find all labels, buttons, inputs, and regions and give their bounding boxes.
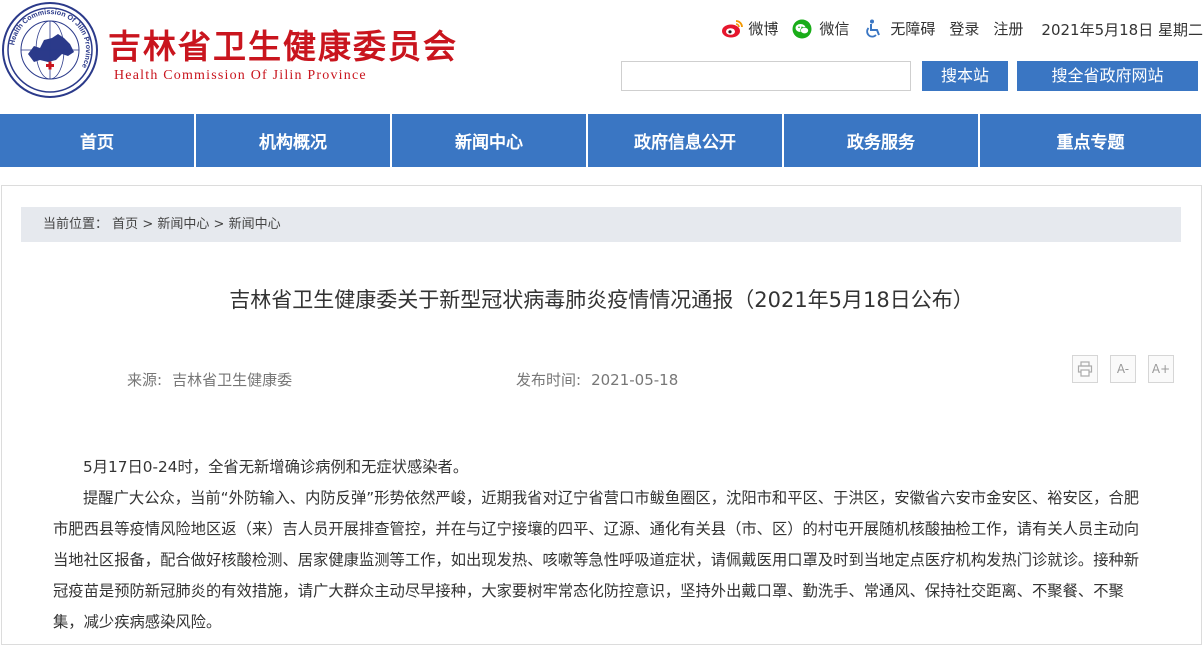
source-label: 来源: (127, 371, 163, 389)
weibo-icon (721, 19, 744, 39)
nav-item-about[interactable]: 机构概况 (196, 114, 390, 167)
top-utility-links: 微博 微信 无障碍 登录 注册 2021年5月18日 星期二 (721, 14, 1203, 44)
date-label: 发布时间: (516, 371, 582, 389)
print-button[interactable] (1072, 355, 1098, 383)
wechat-label: 微信 (819, 20, 850, 38)
breadcrumb-item-home[interactable]: 首页 (112, 217, 138, 232)
nav-item-news[interactable]: 新闻中心 (392, 114, 586, 167)
login-link[interactable]: 登录 (949, 19, 979, 39)
search-gov-sites-button[interactable]: 搜全省政府网站 (1017, 61, 1198, 91)
wechat-link[interactable]: 微信 (792, 19, 849, 39)
main-nav: 首页 机构概况 新闻中心 政府信息公开 政务服务 重点专题 (0, 114, 1203, 167)
date-value: 2021-05-18 (591, 371, 679, 389)
article-body: 5月17日0-24时，全省无新增确诊病例和无症状感染者。 提醒广大公众，当前“外… (53, 452, 1141, 638)
source-value: 吉林省卫生健康委 (172, 371, 293, 389)
weibo-label: 微博 (748, 20, 779, 38)
font-increase-button[interactable]: A+ (1148, 355, 1174, 383)
article-paragraph: 提醒广大公众，当前“外防输入、内防反弹”形势依然严峻，近期我省对辽宁省营口市鲅鱼… (53, 489, 1140, 631)
breadcrumb-item-news-current[interactable]: 新闻中心 (229, 217, 281, 232)
nav-item-gov-info[interactable]: 政府信息公开 (588, 114, 782, 167)
nav-item-services[interactable]: 政务服务 (784, 114, 978, 167)
weibo-link[interactable]: 微博 (721, 19, 778, 39)
article-publish-date: 发布时间: 2021-05-18 (516, 369, 678, 390)
login-label: 登录 (949, 20, 980, 38)
register-label: 注册 (993, 20, 1024, 38)
current-date: 2021年5月18日 星期二 (1041, 20, 1203, 39)
breadcrumb-item-news[interactable]: 新闻中心 (157, 217, 209, 232)
nav-item-topics[interactable]: 重点专题 (980, 114, 1201, 167)
breadcrumb-separator: > (142, 217, 154, 232)
nav-item-home[interactable]: 首页 (0, 114, 194, 167)
accessibility-link[interactable]: 无障碍 (863, 19, 935, 39)
register-link[interactable]: 注册 (993, 19, 1023, 39)
print-icon (1077, 361, 1093, 377)
breadcrumb-separator: > (213, 217, 225, 232)
search-input[interactable] (621, 61, 911, 91)
site-subtitle: Health Commission Of Jilin Province (114, 68, 367, 83)
article-title: 吉林省卫生健康委关于新型冠状病毒肺炎疫情情况通报（2021年5月18日公布） (229, 288, 974, 312)
site-title[interactable]: 吉林省卫生健康委员会 (108, 20, 458, 68)
accessibility-label: 无障碍 (890, 20, 936, 38)
font-decrease-button[interactable]: A- (1110, 355, 1136, 383)
site-header: Health Commission Of Jilin Province 吉林省卫… (0, 0, 1203, 114)
emblem-icon: Health Commission Of Jilin Province (7, 7, 93, 93)
article-source: 来源: 吉林省卫生健康委 (127, 369, 292, 390)
wechat-icon (792, 19, 814, 39)
article-paragraph: 5月17日0-24时，全省无新增确诊病例和无症状感染者。 (83, 458, 469, 476)
site-logo-emblem[interactable]: Health Commission Of Jilin Province (2, 2, 98, 98)
wheelchair-icon (863, 19, 885, 39)
breadcrumb-prefix: 当前位置： (43, 217, 109, 232)
search-site-button[interactable]: 搜本站 (922, 61, 1008, 91)
breadcrumb: 当前位置： 首页 > 新闻中心 > 新闻中心 (21, 207, 1181, 242)
